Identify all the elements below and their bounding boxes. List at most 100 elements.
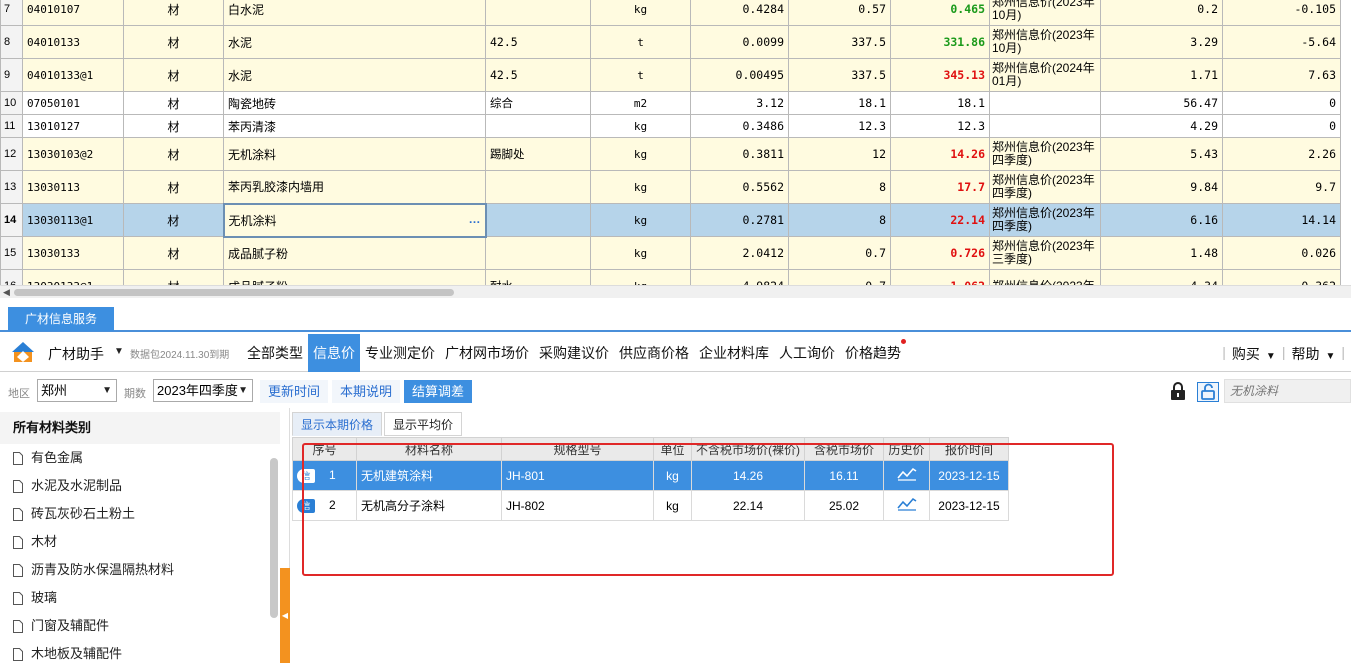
material-name[interactable]: 陶瓷地砖: [223, 91, 486, 115]
material-unit[interactable]: t: [590, 58, 691, 92]
price-source[interactable]: [989, 114, 1101, 138]
column-header[interactable]: 单位: [653, 437, 692, 461]
amount[interactable]: 9.84: [1100, 170, 1223, 204]
more-options-icon[interactable]: …: [469, 212, 481, 226]
grid-row[interactable]: 13 13030113 材 苯丙乳胶漆内墙用 kg 0.5562 8 17.7 郑州信息价(20…: [0, 170, 1341, 204]
material-name[interactable]: 水泥: [223, 25, 486, 59]
trend-chart-icon[interactable]: [896, 467, 917, 481]
scroll-left-icon[interactable]: ◀: [3, 287, 10, 298]
price-difference[interactable]: 2.26: [1222, 137, 1341, 171]
quantity[interactable]: 0.3486: [690, 114, 789, 138]
market-price[interactable]: 1.062: [890, 269, 990, 285]
material-type[interactable]: 材: [123, 91, 224, 115]
app-name[interactable]: 广材助手: [48, 344, 104, 364]
column-header[interactable]: 含税市场价: [804, 437, 884, 461]
material-code[interactable]: 13030133: [22, 236, 124, 270]
column-header[interactable]: 材料名称: [356, 437, 502, 461]
price-difference[interactable]: 0: [1222, 114, 1341, 138]
material-code[interactable]: 04010133: [22, 25, 124, 59]
subtab-1[interactable]: 显示平均价: [384, 412, 463, 436]
material-name[interactable]: 无机建筑涂料: [356, 460, 502, 491]
sidebar-item[interactable]: 木地板及辅配件: [0, 640, 270, 663]
material-unit[interactable]: kg: [590, 269, 691, 285]
material-name[interactable]: 水泥: [223, 58, 486, 92]
column-header[interactable]: 报价时间: [929, 437, 1009, 461]
price-difference[interactable]: -0.105: [1222, 0, 1341, 26]
quantity[interactable]: 2.0412: [690, 236, 789, 270]
price-incl-tax[interactable]: 16.11: [804, 460, 884, 491]
price-difference[interactable]: 0: [1222, 91, 1341, 115]
material-unit[interactable]: kg: [590, 203, 691, 237]
help-menu[interactable]: 帮助 ▼: [1291, 344, 1335, 364]
price-source[interactable]: 郑州信息价(2023年: [989, 269, 1101, 285]
quote-date[interactable]: 2023-12-15: [929, 490, 1009, 521]
settle-adjust-button[interactable]: 结算调差: [404, 380, 473, 403]
tab-6[interactable]: 企业材料库: [694, 334, 774, 372]
material-type[interactable]: 材: [123, 170, 224, 204]
material-name[interactable]: 苯丙清漆: [223, 114, 486, 138]
grid-row[interactable]: 14 13030113@1 材 无机涂料 … kg 0.2781 8 22.14 郑州信息价(20…: [0, 202, 1341, 238]
base-price[interactable]: 12.3: [788, 114, 891, 138]
row-number[interactable]: 13: [0, 170, 23, 204]
material-spec[interactable]: [485, 236, 591, 270]
material-code[interactable]: 13030113: [22, 170, 124, 204]
tab-8[interactable]: 价格趋势: [840, 334, 906, 372]
update-time-button[interactable]: 更新时间: [260, 380, 329, 403]
sidebar-item[interactable]: 木材: [0, 528, 270, 556]
price-difference[interactable]: 0.026: [1222, 236, 1341, 270]
base-price[interactable]: 0.7: [788, 236, 891, 270]
market-price[interactable]: 22.14: [890, 203, 990, 237]
base-price[interactable]: 0.57: [788, 0, 891, 26]
tab-5[interactable]: 供应商价格: [614, 334, 694, 372]
grid-row[interactable]: 11 13010127 材 苯丙清漆 kg 0.3486 12.3 12.3 4.29 0: [0, 114, 1341, 138]
quantity[interactable]: 0.2781: [690, 203, 789, 237]
material-search-input[interactable]: [1224, 379, 1351, 403]
price-source[interactable]: 郑州信息价(2023年三季度): [989, 236, 1101, 270]
unlock-icon[interactable]: [1197, 382, 1219, 402]
price-row[interactable]: 信 1 无机建筑涂料 JH-801 kg 14.26 16.11 2023-12-15: [292, 460, 1009, 491]
amount[interactable]: 5.43: [1100, 137, 1223, 171]
row-number[interactable]: 14: [0, 203, 23, 237]
material-code[interactable]: 04010133@1: [22, 58, 124, 92]
info-badge-icon[interactable]: 信: [297, 499, 315, 513]
price-difference[interactable]: 14.14: [1222, 203, 1341, 237]
material-spec[interactable]: JH-802: [501, 490, 654, 521]
material-unit[interactable]: kg: [590, 114, 691, 138]
material-unit[interactable]: kg: [590, 0, 691, 26]
lock-icon[interactable]: [1170, 382, 1186, 400]
material-type[interactable]: 材: [123, 269, 224, 285]
row-number[interactable]: 16: [0, 269, 23, 285]
amount[interactable]: 6.16: [1100, 203, 1223, 237]
row-number[interactable]: 10: [0, 91, 23, 115]
row-number[interactable]: 8: [0, 25, 23, 59]
material-name[interactable]: 无机涂料…: [222, 202, 487, 238]
material-spec[interactable]: 耐水: [485, 269, 591, 285]
material-name[interactable]: 成品腻子粉: [223, 269, 486, 285]
sidebar-item[interactable]: 砖瓦灰砂石土粉土: [0, 500, 270, 528]
price-excl-tax[interactable]: 14.26: [691, 460, 805, 491]
tab-3[interactable]: 广材网市场价: [440, 334, 534, 372]
history-price[interactable]: [883, 460, 930, 491]
row-number[interactable]: 12: [0, 137, 23, 171]
material-spec[interactable]: 踢脚处: [485, 137, 591, 171]
quantity[interactable]: 0.0099: [690, 25, 789, 59]
row-number[interactable]: 信2: [292, 490, 357, 521]
price-difference[interactable]: 0.362: [1222, 269, 1341, 285]
base-price[interactable]: 0.7: [788, 269, 891, 285]
column-header[interactable]: 规格型号: [501, 437, 654, 461]
market-price[interactable]: 14.26: [890, 137, 990, 171]
grid-row[interactable]: 7 04010107 材 白水泥 kg 0.4284 0.57 0.465 郑州信息价(2023…: [0, 0, 1341, 26]
quote-date[interactable]: 2023-12-15: [929, 460, 1009, 491]
material-spec[interactable]: [485, 203, 591, 237]
chevron-down-icon[interactable]: ▼: [114, 346, 124, 357]
material-spec[interactable]: 42.5: [485, 58, 591, 92]
material-unit[interactable]: t: [590, 25, 691, 59]
grid-row[interactable]: 10 07050101 材 陶瓷地砖 综合 m2 3.12 18.1 18.1 56.47 0: [0, 91, 1341, 115]
material-name[interactable]: 白水泥: [223, 0, 486, 26]
quantity[interactable]: 0.00495: [690, 58, 789, 92]
horizontal-scrollbar[interactable]: ◀: [0, 285, 1351, 298]
material-type[interactable]: 材: [123, 114, 224, 138]
amount[interactable]: 56.47: [1100, 91, 1223, 115]
base-price[interactable]: 8: [788, 203, 891, 237]
quantity[interactable]: 0.4284: [690, 0, 789, 26]
